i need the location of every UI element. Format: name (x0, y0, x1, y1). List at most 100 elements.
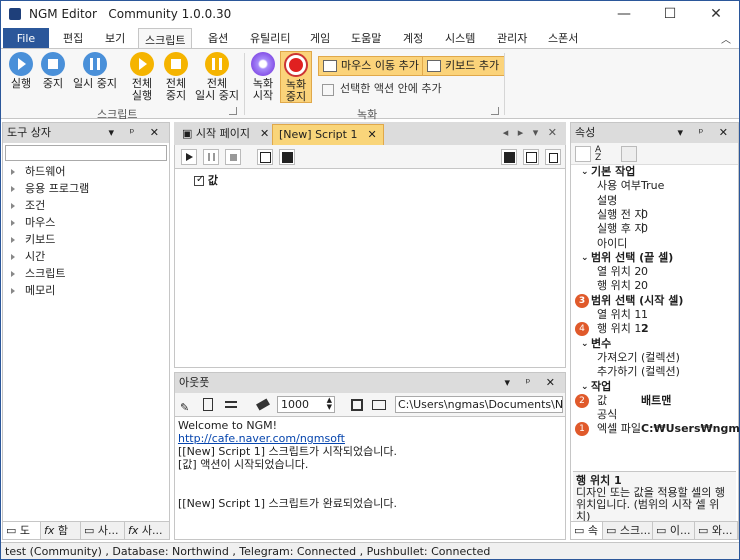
document-icon[interactable] (201, 397, 217, 413)
tab-start-page[interactable]: ▣ 시작 페이지 ✕ (176, 124, 275, 145)
tab-help[interactable]: 도움말 (351, 30, 381, 46)
property-category[interactable]: ⌄ 범위 선택 (끝 셀) (579, 251, 739, 265)
stop-all-button[interactable]: 전체 중지 (161, 52, 191, 102)
expand-arrow-icon[interactable] (11, 169, 15, 175)
record-start-button[interactable]: 녹화 시작 (249, 52, 277, 102)
add-inside-action-button[interactable]: 선택한 액션 안에 추가 (318, 80, 442, 100)
run-from-icon[interactable] (279, 149, 295, 165)
run-script-icon[interactable] (181, 149, 197, 165)
tab-game[interactable]: 게임 (310, 30, 330, 46)
property-row[interactable]: 실행 전 지0 (579, 208, 739, 222)
run-button[interactable]: 실행 (7, 52, 35, 90)
tree-item-hardware[interactable]: 하드웨어 (9, 163, 89, 180)
output-window-controls[interactable]: ▾ ᵖ ✕ (505, 373, 561, 393)
categorized-icon[interactable] (575, 146, 591, 162)
close-tab-icon[interactable]: ✕ (367, 128, 376, 141)
property-row[interactable]: 추가하기 (컬렉션) (579, 365, 739, 379)
property-row[interactable]: 설명 (579, 194, 739, 208)
tab-toolbox[interactable]: ▭ 도 (3, 522, 41, 539)
check-icon[interactable] (523, 149, 539, 165)
expand-arrow-icon[interactable] (11, 271, 15, 277)
log-path-field[interactable]: C:\Users\ngmas\Documents\NGM5\ (395, 396, 563, 413)
property-row[interactable]: 공식 (579, 408, 739, 422)
tab-view[interactable]: 보기 (105, 30, 125, 46)
collapse-chevron-icon[interactable]: ⌄ (581, 380, 589, 394)
tab-utility[interactable]: 유틸리티 (250, 30, 290, 46)
tab-system[interactable]: 시스템 (445, 30, 475, 46)
maximize-button[interactable]: ☐ (647, 1, 693, 27)
tab-sponsor[interactable]: 스폰서 (548, 30, 578, 46)
property-value[interactable]: 배트맨 (641, 394, 671, 408)
tab-functions[interactable]: fx 함 (41, 522, 81, 539)
stepper-arrows-icon[interactable]: ▲ ▼ (327, 397, 332, 411)
script-editor[interactable]: ✓ 값 (174, 168, 566, 368)
add-mouse-move-button[interactable]: 마우스 이동 추가 (318, 56, 425, 76)
action-checkbox[interactable]: ✓ (194, 174, 204, 186)
tab-user-1[interactable]: ▭ 사... (81, 522, 125, 539)
tree-item-mouse[interactable]: 마우스 (9, 214, 89, 231)
property-value[interactable]: 0 (641, 208, 648, 222)
record-group-launcher-icon[interactable] (491, 107, 499, 115)
toolbox-search-input[interactable] (5, 145, 167, 161)
record-stop-button[interactable]: 녹화 중지 (280, 51, 312, 103)
close-button[interactable]: ✕ (693, 1, 739, 27)
tab-edit[interactable]: 편집 (63, 30, 83, 46)
property-row[interactable]: 1 엑셀 파일 C:₩Users₩ngma (575, 422, 739, 437)
property-value[interactable]: 0 (641, 279, 648, 293)
run-all-button[interactable]: 전체 실행 (127, 52, 157, 102)
property-value[interactable]: (컬렉션) (641, 365, 680, 379)
close-tab-icon[interactable]: ✕ (260, 127, 269, 140)
action-row[interactable]: ✓ 값 (194, 172, 218, 188)
collapse-ribbon-icon[interactable]: ︿ (721, 31, 731, 46)
tree-item-conditions[interactable]: 조건 (9, 197, 89, 214)
expand-arrow-icon[interactable] (11, 254, 15, 260)
eraser-icon[interactable] (255, 397, 271, 413)
tab-account[interactable]: 계정 (403, 30, 423, 46)
tab-options[interactable]: 옵션 (208, 30, 228, 46)
tab-properties[interactable]: ▭ 속 (571, 522, 603, 539)
step-icon[interactable] (257, 149, 273, 165)
property-row[interactable]: 행 위치 20 (579, 279, 739, 293)
log-limit-stepper[interactable]: 1000 ▲ ▼ (277, 396, 335, 413)
tree-item-script[interactable]: 스크립트 (9, 265, 89, 282)
tab-new-script[interactable]: [New] Script 1 ✕ (272, 124, 384, 145)
sort-alpha-icon[interactable]: AZ (595, 146, 611, 163)
properties-window-controls[interactable]: ▾ ᵖ ✕ (678, 123, 734, 143)
property-row[interactable]: 사용 여부 True (579, 179, 739, 193)
property-row[interactable]: 2 값 배트맨 (575, 393, 739, 408)
check-all-icon[interactable] (501, 149, 517, 165)
clear-log-icon[interactable]: ✎ (179, 397, 195, 414)
property-value[interactable]: 1 (641, 308, 648, 322)
pause-script-icon[interactable] (203, 149, 219, 165)
property-row[interactable]: 아이디 (579, 237, 739, 251)
tree-item-time[interactable]: 시간 (9, 248, 89, 265)
collapse-chevron-icon[interactable]: ⌄ (581, 251, 589, 265)
tab-api[interactable]: ▭ 와... (695, 522, 738, 539)
property-row[interactable]: 열 위치 11 (579, 308, 739, 322)
property-value[interactable]: 2 (641, 322, 649, 336)
expand-arrow-icon[interactable] (11, 288, 15, 294)
log-link[interactable]: http://cafe.naver.com/ngmsoft (178, 432, 562, 445)
expand-arrow-icon[interactable] (11, 237, 15, 243)
property-value[interactable]: (컬렉션) (641, 351, 680, 365)
property-row[interactable]: 열 위치 20 (579, 265, 739, 279)
property-value[interactable]: 0 (641, 265, 648, 279)
expand-arrow-icon[interactable] (11, 203, 15, 209)
document-nav-controls[interactable]: ◂ ▸ ▾ ✕ (503, 126, 560, 139)
expand-arrow-icon[interactable] (11, 186, 15, 192)
delete-icon[interactable] (545, 149, 561, 165)
pause-all-button[interactable]: 전체 일시 중지 (193, 52, 241, 102)
tab-images[interactable]: ▭ 이... (653, 522, 695, 539)
property-row[interactable]: 실행 후 지0 (579, 222, 739, 236)
property-row[interactable]: 가져오기 (컬렉션) (579, 351, 739, 365)
property-row[interactable]: 4 행 위치 12 (575, 322, 739, 337)
property-category[interactable]: ⌄ 기본 작업 (579, 165, 739, 179)
folder-icon[interactable] (371, 397, 387, 413)
property-category[interactable]: ⌄ 변수 (579, 337, 739, 351)
stop-script-icon[interactable] (225, 149, 241, 165)
list-icon[interactable] (223, 397, 239, 413)
tab-user-2[interactable]: fx 사... (125, 522, 170, 539)
add-keyboard-button[interactable]: 키보드 추가 (422, 56, 506, 76)
tab-scripts[interactable]: ▭ 스크... (603, 522, 653, 539)
file-menu[interactable]: File (3, 28, 49, 49)
